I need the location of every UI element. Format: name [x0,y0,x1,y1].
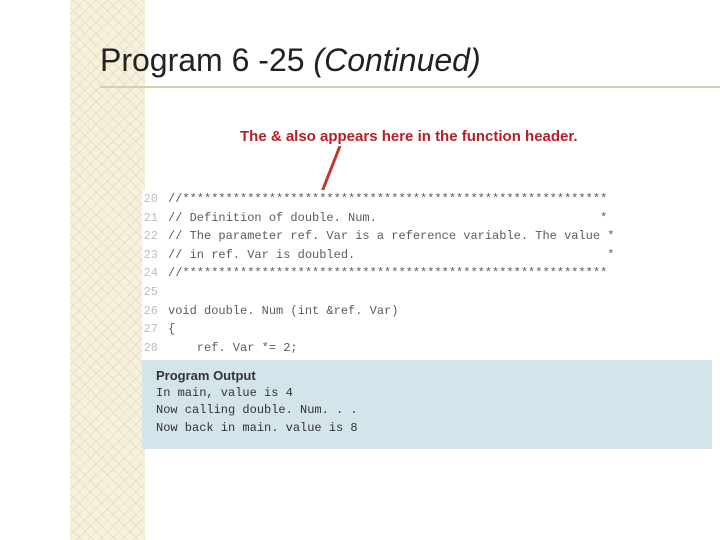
page-title: Program 6 -25 (Continued) [100,42,481,79]
code-row: 20//************************************… [142,190,682,209]
line-number: 25 [142,283,168,302]
line-number: 28 [142,339,168,358]
code-text: //**************************************… [168,264,682,283]
title-continued: (Continued) [313,42,480,78]
output-line: Now calling double. Num. . . [156,402,698,419]
code-row: 27{ [142,320,682,339]
line-number: 20 [142,190,168,209]
slide: Program 6 -25 (Continued) The & also app… [0,0,720,540]
code-text: // in ref. Var is doubled. * [168,246,682,265]
line-number: 26 [142,302,168,321]
line-number: 21 [142,209,168,228]
code-row: 28 ref. Var *= 2; [142,339,682,358]
line-number: 22 [142,227,168,246]
output-line: Now back in main. value is 8 [156,420,698,437]
code-text: // The parameter ref. Var is a reference… [168,227,682,246]
code-text: { [168,320,682,339]
code-text [168,283,682,302]
line-number: 24 [142,264,168,283]
code-row: 21// Definition of double. Num. * [142,209,682,228]
output-heading: Program Output [156,368,698,383]
code-row: 22// The parameter ref. Var is a referen… [142,227,682,246]
code-row: 25 [142,283,682,302]
code-row: 23// in ref. Var is doubled. * [142,246,682,265]
program-output: Program Output In main, value is 4Now ca… [142,360,712,449]
code-listing: 20//************************************… [142,190,682,376]
code-text: // Definition of double. Num. * [168,209,682,228]
code-row: 26void double. Num (int &ref. Var) [142,302,682,321]
code-row: 24//************************************… [142,264,682,283]
output-lines: In main, value is 4Now calling double. N… [156,385,698,437]
caption: The & also appears here in the function … [240,128,578,145]
title-main: Program 6 -25 [100,42,313,78]
line-number: 27 [142,320,168,339]
code-text: ref. Var *= 2; [168,339,682,358]
code-text: //**************************************… [168,190,682,209]
output-line: In main, value is 4 [156,385,698,402]
left-band-decor [70,0,145,540]
title-rule [100,86,720,88]
line-number: 23 [142,246,168,265]
code-text: void double. Num (int &ref. Var) [168,302,682,321]
